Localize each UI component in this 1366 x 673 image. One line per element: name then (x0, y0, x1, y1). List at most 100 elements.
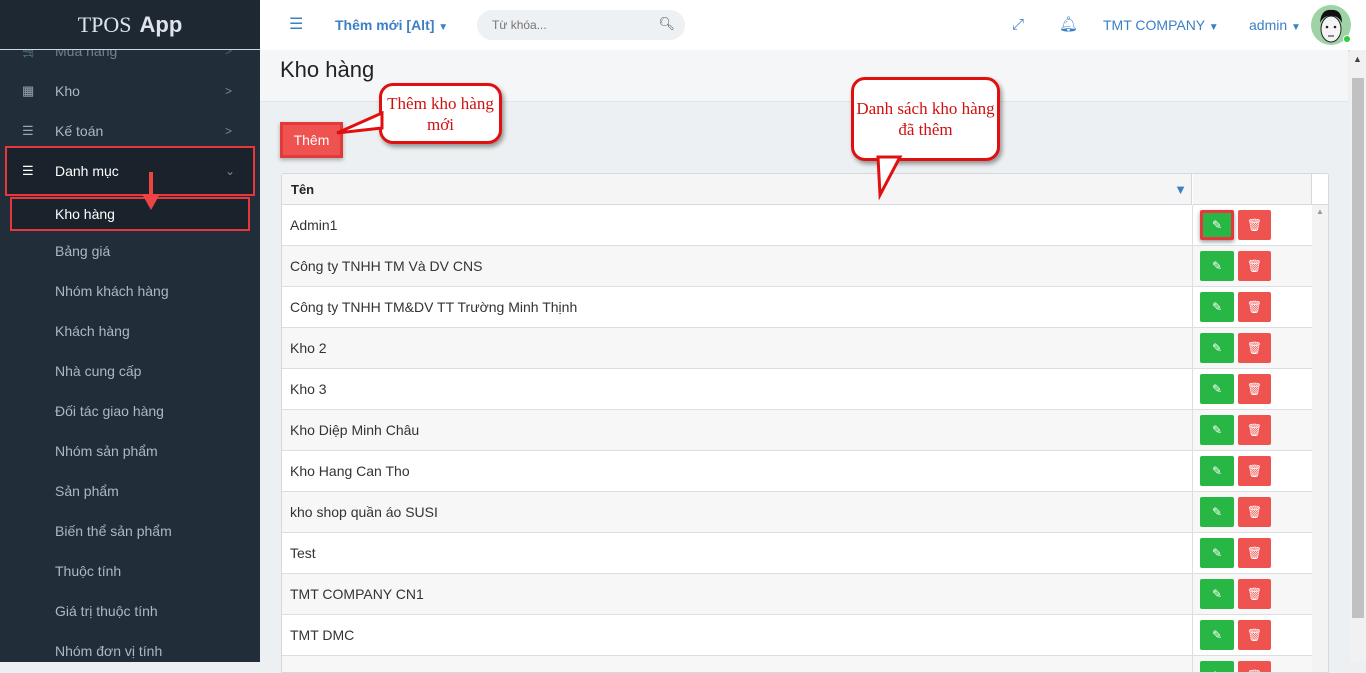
divider (1192, 328, 1193, 369)
sidebar-sub-item[interactable]: Nhóm khách hàng (0, 271, 260, 311)
delete-button[interactable]: 🗑︎ (1238, 415, 1271, 445)
divider (1192, 533, 1193, 574)
divider (1192, 287, 1193, 328)
delete-button[interactable]: 🗑︎ (1238, 456, 1271, 486)
delete-button[interactable]: 🗑︎ (1238, 374, 1271, 404)
sidebar: TPOS App 🛒 Mua hàng > ▦ Kho > ☰ Kế toán > ☰ Danh… (0, 0, 260, 662)
search-icon[interactable]: 🔍︎ (658, 16, 675, 32)
callout-list: Danh sách kho hàng đã thêm (851, 77, 1000, 161)
delete-button[interactable]: 🗑︎ (1238, 620, 1271, 650)
delete-button[interactable]: 🗑︎ (1238, 292, 1271, 322)
arrow-down-icon (142, 194, 160, 210)
edit-button[interactable]: ✎ (1200, 538, 1234, 568)
warehouse-name: Kho Hang Can Tho (290, 463, 410, 479)
scrollbar-thumb[interactable] (1352, 78, 1364, 618)
page-title: Kho hàng (280, 57, 375, 82)
edit-button[interactable]: ✎ (1200, 620, 1234, 650)
delete-button[interactable]: 🗑︎ (1238, 497, 1271, 527)
warehouse-grid: Tên ▼ Admin1 ✎ 🗑︎ Công ty TNHH TM Và DV CNS ✎… (281, 173, 1329, 673)
delete-button[interactable]: 🗑︎ (1238, 210, 1271, 240)
delete-button[interactable]: 🗑︎ (1238, 538, 1271, 568)
sidebar-sub-item[interactable]: Sản phẩm (0, 471, 260, 511)
divider (1192, 574, 1193, 615)
table-row[interactable]: Kho 2 ✎ 🗑︎ (282, 328, 1312, 369)
warehouse-name: TMT COMPANY CN1 (290, 586, 424, 602)
sidebar-sub-item[interactable]: Đối tác giao hàng (0, 391, 260, 431)
caret-down-icon: ▼ (1291, 22, 1301, 33)
edit-button[interactable]: ✎ (1200, 415, 1234, 445)
divider (1192, 369, 1193, 410)
sidebar-item-danh-muc[interactable]: ☰ Danh mục ⌄ (5, 146, 255, 196)
search-box: 🔍︎ (477, 10, 685, 40)
edit-button[interactable]: ✎ (1200, 210, 1234, 240)
caret-down-icon: ▼ (1208, 22, 1219, 33)
divider (1192, 246, 1193, 287)
divider (1192, 492, 1193, 533)
table-row[interactable]: Kho Diệp Minh Châu ✎ 🗑︎ (282, 410, 1312, 451)
warehouse-name: Công ty TNHH TM Và DV CNS (290, 258, 483, 274)
menu-toggle-icon[interactable]: ☰ (289, 0, 303, 50)
table-row[interactable]: Kho 3 ✎ 🗑︎ (282, 369, 1312, 410)
callout-list-tail (876, 155, 903, 200)
warehouse-name: Kho 2 (290, 340, 327, 356)
filter-icon[interactable]: ▼ (1174, 174, 1187, 205)
caret-down-icon: ▼ (438, 22, 449, 33)
sidebar-sub-item[interactable]: Biến thể sản phẩm (0, 511, 260, 551)
add-button[interactable]: Thêm (280, 122, 343, 158)
edit-button[interactable]: ✎ (1200, 661, 1234, 672)
sidebar-sub-item[interactable]: Thuộc tính (0, 551, 260, 591)
edit-button[interactable]: ✎ (1200, 333, 1234, 363)
table-row[interactable]: ✎ 🗑︎ (282, 656, 1312, 672)
edit-button[interactable]: ✎ (1200, 374, 1234, 404)
company-dropdown[interactable]: TMT COMPANY ▼ (1103, 0, 1219, 53)
delete-button[interactable]: 🗑︎ (1238, 579, 1271, 609)
edit-button[interactable]: ✎ (1200, 497, 1234, 527)
scroll-up-icon[interactable]: ▲ (1316, 207, 1324, 216)
scroll-up-icon[interactable]: ▲ (1353, 54, 1362, 64)
arrow-annotation (149, 172, 153, 196)
sidebar-item-kho[interactable]: ▦ Kho > (0, 71, 260, 111)
search-input[interactable] (477, 10, 647, 40)
fullscreen-icon[interactable]: ⤢ (1012, 0, 1024, 50)
edit-button[interactable]: ✎ (1200, 579, 1234, 609)
sidebar-sub-kho-hang[interactable]: Kho hàng (10, 197, 250, 231)
list-icon: ☰ (22, 123, 34, 138)
sidebar-sub-item[interactable]: Khách hàng (0, 311, 260, 351)
warehouse-name: Test (290, 545, 316, 561)
edit-button[interactable]: ✎ (1200, 292, 1234, 322)
sidebar-sub-item[interactable]: Nhóm sản phẩm (0, 431, 260, 471)
table-row[interactable]: Công ty TNHH TM Và DV CNS ✎ 🗑︎ (282, 246, 1312, 287)
table-row[interactable]: TMT DMC ✎ 🗑︎ (282, 615, 1312, 656)
column-header-name[interactable]: Tên ▼ (282, 174, 1192, 205)
bell-icon[interactable]: 🔔︎ (1059, 0, 1078, 50)
table-row[interactable]: Admin1 ✎ 🗑︎ (282, 205, 1312, 246)
grid-scrollbar[interactable]: ▲ (1312, 205, 1328, 672)
warehouse-name: Admin1 (290, 217, 338, 233)
table-row[interactable]: kho shop quần áo SUSI ✎ 🗑︎ (282, 492, 1312, 533)
sidebar-sub-item[interactable]: Giá trị thuộc tính (0, 591, 260, 631)
table-row[interactable]: Test ✎ 🗑︎ (282, 533, 1312, 574)
delete-button[interactable]: 🗑︎ (1238, 661, 1271, 672)
sidebar-sub-item[interactable]: Nhà cung cấp (0, 351, 260, 391)
delete-button[interactable]: 🗑︎ (1238, 251, 1271, 281)
table-row[interactable]: TMT COMPANY CN1 ✎ 🗑︎ (282, 574, 1312, 615)
top-header: ☰ Thêm mới [Alt] ▼ 🔍︎ ⤢ 🔔︎ TMT COMPANY ▼… (260, 0, 1366, 50)
edit-button[interactable]: ✎ (1200, 251, 1234, 281)
column-header-actions (1193, 174, 1312, 205)
delete-button[interactable]: 🗑︎ (1238, 333, 1271, 363)
table-row[interactable]: Công ty TNHH TM&DV TT Trường Minh Thịnh ✎… (282, 287, 1312, 328)
app-logo[interactable]: TPOS App (0, 0, 260, 50)
sidebar-sub-item[interactable]: Nhóm đơn vị tính (0, 631, 260, 662)
header-spacer (1312, 174, 1328, 205)
warehouse-name: TMT DMC (290, 627, 355, 643)
edit-button[interactable]: ✎ (1200, 456, 1234, 486)
table-row[interactable]: Kho Hang Can Tho ✎ 🗑︎ (282, 451, 1312, 492)
new-dropdown[interactable]: Thêm mới [Alt] ▼ (335, 0, 448, 53)
callout-add: Thêm kho hàng mới (379, 83, 502, 144)
grid-icon: ▦ (22, 83, 35, 98)
list-icon: ☰ (22, 163, 34, 178)
page-scrollbar[interactable]: ▲ (1350, 50, 1366, 662)
sidebar-sub-item[interactable]: Bảng giá (0, 231, 260, 271)
user-dropdown[interactable]: admin ▼ (1249, 0, 1301, 53)
sidebar-item-ke-toan[interactable]: ☰ Kế toán > (0, 111, 260, 151)
